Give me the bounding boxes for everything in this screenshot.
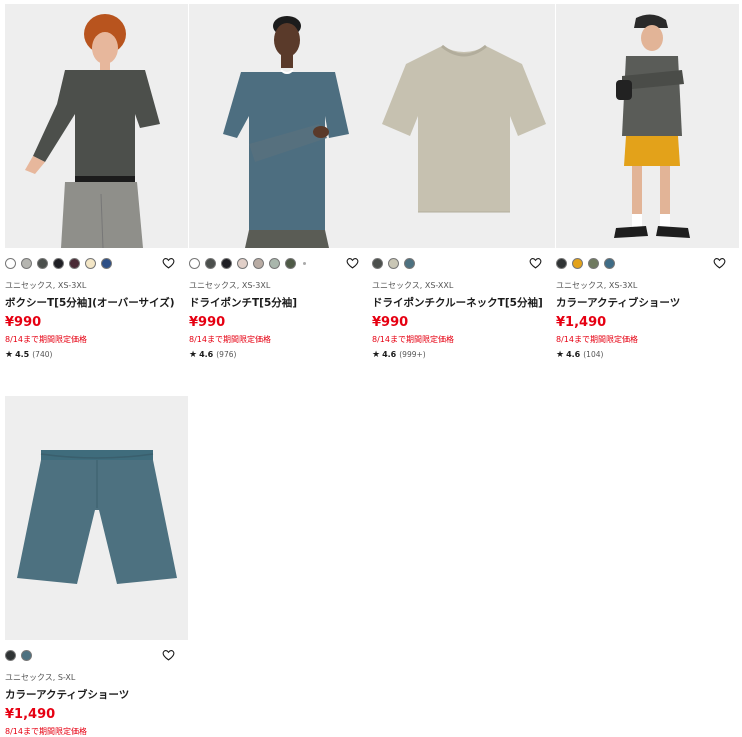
- color-swatch[interactable]: [53, 257, 64, 269]
- product-price: ¥1,490: [556, 315, 607, 330]
- product-meta: ユニセックス, XS-3XL: [5, 281, 87, 290]
- product-meta: ユニセックス, XS-3XL: [556, 281, 638, 290]
- color-swatch[interactable]: [269, 257, 280, 269]
- color-swatch[interactable]: [5, 649, 16, 661]
- product-name[interactable]: カラーアクティブショーツ: [5, 687, 129, 702]
- product-rating: ★ 4.5 (740): [5, 350, 52, 360]
- product-image[interactable]: [189, 4, 372, 248]
- product-image[interactable]: [5, 4, 188, 248]
- heart-icon[interactable]: [713, 257, 726, 269]
- star-icon: ★: [556, 350, 565, 360]
- star-icon: ★: [189, 350, 198, 360]
- product-image[interactable]: [5, 396, 188, 640]
- review-count: (740): [32, 350, 53, 359]
- star-icon: ★: [372, 350, 381, 360]
- color-swatch[interactable]: [604, 257, 615, 269]
- promo-text: 8/14まで期間限定価格: [372, 335, 454, 344]
- color-swatch[interactable]: [21, 257, 32, 269]
- promo-text: 8/14まで期間限定価格: [556, 335, 638, 344]
- product-name[interactable]: ドライポンチクルーネックT[5分袖]: [372, 295, 543, 310]
- color-swatch[interactable]: [372, 257, 383, 269]
- product-name[interactable]: ボクシーT[5分袖](オーバーサイズ): [5, 295, 175, 310]
- product-meta: ユニセックス, XS-3XL: [189, 281, 271, 290]
- color-swatch[interactable]: [205, 257, 216, 269]
- color-swatch[interactable]: [221, 257, 232, 269]
- star-icon: ★: [5, 350, 14, 360]
- product-name[interactable]: カラーアクティブショーツ: [556, 295, 680, 310]
- product-price: ¥990: [5, 315, 42, 330]
- color-swatch[interactable]: [189, 257, 200, 269]
- color-swatch[interactable]: [588, 257, 599, 269]
- rating-score: 4.6: [382, 350, 397, 359]
- more-colors-icon[interactable]: [303, 261, 306, 265]
- review-count: (999+): [399, 350, 426, 359]
- promo-text: 8/14まで期間限定価格: [189, 335, 271, 344]
- product-card[interactable]: ユニセックス, XS-3XL ボクシーT[5分袖](オーバーサイズ) ¥990 …: [5, 4, 188, 364]
- color-swatch[interactable]: [21, 649, 32, 661]
- review-count: (976): [216, 350, 237, 359]
- rating-score: 4.6: [199, 350, 214, 359]
- color-swatches: [189, 256, 311, 270]
- product-meta: ユニセックス, S-XL: [5, 673, 76, 682]
- review-count: (104): [583, 350, 604, 359]
- color-swatch[interactable]: [85, 257, 96, 269]
- heart-icon[interactable]: [529, 257, 542, 269]
- product-rating: ★ 4.6 (999+): [372, 350, 426, 360]
- product-card[interactable]: ユニセックス, S-XL カラーアクティブショーツ ¥1,490 8/14まで期…: [5, 396, 188, 736]
- product-image[interactable]: [372, 4, 555, 248]
- heart-icon[interactable]: [162, 257, 175, 269]
- color-swatch[interactable]: [237, 257, 248, 269]
- rating-score: 4.6: [566, 350, 581, 359]
- color-swatch[interactable]: [37, 257, 48, 269]
- heart-icon[interactable]: [346, 257, 359, 269]
- product-name[interactable]: ドライポンチT[5分袖]: [189, 295, 297, 310]
- heart-icon[interactable]: [162, 649, 175, 661]
- color-swatches: [5, 648, 37, 662]
- product-card[interactable]: ユニセックス, XS-3XL ドライポンチT[5分袖] ¥990 8/14まで期…: [189, 4, 372, 364]
- color-swatches: [5, 256, 117, 270]
- color-swatch[interactable]: [101, 257, 112, 269]
- product-meta: ユニセックス, XS-XXL: [372, 281, 454, 290]
- product-card[interactable]: ユニセックス, XS-3XL カラーアクティブショーツ ¥1,490 8/14ま…: [556, 4, 739, 364]
- color-swatches: [372, 256, 420, 270]
- color-swatch[interactable]: [388, 257, 399, 269]
- product-image[interactable]: [556, 4, 739, 248]
- promo-text: 8/14まで期間限定価格: [5, 335, 87, 344]
- product-price: ¥990: [372, 315, 409, 330]
- color-swatch[interactable]: [253, 257, 264, 269]
- product-price: ¥990: [189, 315, 226, 330]
- product-rating: ★ 4.6 (976): [189, 350, 236, 360]
- color-swatch[interactable]: [556, 257, 567, 269]
- product-rating: ★ 4.6 (104): [556, 350, 603, 360]
- color-swatch[interactable]: [572, 257, 583, 269]
- color-swatches: [556, 256, 620, 270]
- product-price: ¥1,490: [5, 707, 56, 722]
- color-swatch[interactable]: [5, 257, 16, 269]
- promo-text: 8/14まで期間限定価格: [5, 727, 87, 736]
- rating-score: 4.5: [15, 350, 30, 359]
- color-swatch[interactable]: [404, 257, 415, 269]
- color-swatch[interactable]: [69, 257, 80, 269]
- color-swatch[interactable]: [285, 257, 296, 269]
- product-card[interactable]: ユニセックス, XS-XXL ドライポンチクルーネックT[5分袖] ¥990 8…: [372, 4, 555, 364]
